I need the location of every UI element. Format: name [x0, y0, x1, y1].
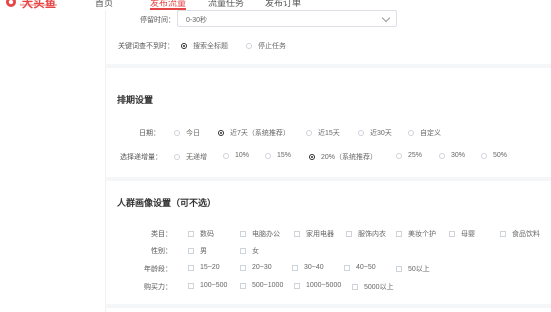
radio-icon	[265, 152, 271, 159]
checkbox-icon	[188, 264, 194, 271]
stay-time-label: 停留时间：	[140, 17, 175, 24]
age-label: 年龄段：	[144, 266, 172, 273]
age-option-50-plus[interactable]: 50以上	[396, 264, 430, 274]
increment-option-none[interactable]: 无递增	[174, 152, 207, 162]
power-option-5000-plus[interactable]: 5000以上	[352, 282, 394, 292]
stay-time-value: 0-30秒	[186, 17, 208, 24]
increment-option-50[interactable]: 50%	[481, 152, 507, 159]
radio-icon	[246, 43, 252, 49]
radio-icon	[306, 130, 312, 136]
age-option-40-50[interactable]: 40~50	[344, 264, 376, 271]
nav-traffic-tasks[interactable]: 流量任务	[208, 0, 244, 9]
checkbox-icon	[240, 264, 246, 271]
increment-label: 选择递增量：	[120, 154, 162, 161]
checkbox-icon	[396, 266, 402, 272]
checkbox-icon	[500, 231, 506, 237]
checkbox-icon	[188, 248, 194, 254]
gender-label: 性别：	[151, 248, 172, 255]
power-option-500-1000[interactable]: 500~1000	[240, 282, 283, 289]
increment-option-25[interactable]: 25%	[396, 152, 422, 159]
section-divider	[105, 64, 551, 68]
age-option-20-30[interactable]: 20~30	[240, 264, 272, 271]
gender-option-female[interactable]: 女	[240, 246, 259, 256]
power-option-100-500[interactable]: 100~500	[188, 282, 227, 289]
radio-selected-icon	[218, 130, 224, 136]
persona-title: 人群画像设置（可不选）	[117, 198, 217, 208]
checkbox-icon	[294, 231, 300, 237]
category-option-appliances[interactable]: 家用电器	[294, 229, 334, 239]
radio-icon	[439, 152, 445, 159]
radio-icon	[223, 152, 229, 159]
checkbox-icon	[294, 282, 300, 289]
category-option-apparel[interactable]: 服饰内衣	[346, 229, 386, 239]
checkbox-icon	[240, 248, 246, 254]
checkbox-icon	[344, 264, 350, 271]
radio-selected-icon	[309, 154, 315, 160]
checkbox-icon	[240, 231, 246, 237]
category-option-computer-office[interactable]: 电脑办公	[240, 229, 280, 239]
top-bar: 大头鱼 http://jingshoudao.cn 首页 发布流量 流量任务 发…	[0, 0, 551, 10]
date-label: 日期：	[139, 130, 160, 137]
section-divider	[105, 304, 551, 308]
checkbox-icon	[188, 231, 194, 237]
checkbox-icon	[396, 231, 402, 237]
radio-selected-icon	[181, 43, 187, 49]
checkbox-icon	[292, 264, 298, 271]
logo-url: http://jingshoudao.cn	[20, 2, 57, 7]
checkbox-icon	[346, 231, 352, 237]
date-option-custom[interactable]: 自定义	[408, 128, 441, 138]
checkbox-icon	[188, 282, 194, 289]
nav-home[interactable]: 首页	[95, 0, 113, 9]
increment-option-30[interactable]: 30%	[439, 152, 465, 159]
stay-time-select[interactable]: 0-30秒	[177, 10, 397, 27]
category-label: 类目：	[151, 231, 172, 238]
date-option-today[interactable]: 今日	[174, 128, 200, 138]
age-option-15-20[interactable]: 15~20	[188, 264, 220, 271]
checkbox-icon	[240, 282, 246, 289]
chevron-down-icon	[381, 13, 391, 23]
category-option-beauty[interactable]: 美妆个护	[396, 229, 436, 239]
schedule-title: 排期设置	[117, 95, 154, 105]
keyword-not-found-label: 关键词查不到时：	[118, 43, 174, 50]
power-option-1000-5000[interactable]: 1000~5000	[294, 282, 341, 289]
keyword-option-stop-task[interactable]: 停止任务	[246, 41, 286, 51]
increment-option-20[interactable]: 20%（系统推荐）	[309, 152, 377, 162]
nav-publish-order[interactable]: 发布订单	[265, 0, 301, 9]
increment-option-15[interactable]: 15%	[265, 152, 291, 159]
purchasing-power-label: 购买力：	[144, 284, 172, 291]
checkbox-icon	[352, 284, 358, 290]
radio-icon	[408, 130, 414, 136]
gender-option-male[interactable]: 男	[188, 246, 207, 256]
date-option-30days[interactable]: 近30天	[358, 128, 392, 138]
keyword-option-search-full-title[interactable]: 搜索全标题	[181, 41, 228, 51]
date-option-7days[interactable]: 近7天（系统推荐）	[218, 128, 290, 138]
age-option-30-40[interactable]: 30~40	[292, 264, 324, 271]
radio-icon	[174, 154, 180, 160]
increment-option-10[interactable]: 10%	[223, 152, 249, 159]
radio-icon	[481, 152, 487, 159]
radio-icon	[396, 152, 402, 159]
category-option-digital[interactable]: 数码	[188, 229, 214, 239]
radio-icon	[358, 130, 364, 136]
checkbox-icon	[449, 231, 455, 237]
logo-icon	[6, 0, 16, 7]
category-option-baby[interactable]: 母婴	[449, 229, 475, 239]
date-option-15days[interactable]: 近15天	[306, 128, 340, 138]
radio-icon	[174, 130, 180, 136]
section-divider	[105, 177, 551, 181]
category-option-food[interactable]: 食品饮料	[500, 229, 540, 239]
